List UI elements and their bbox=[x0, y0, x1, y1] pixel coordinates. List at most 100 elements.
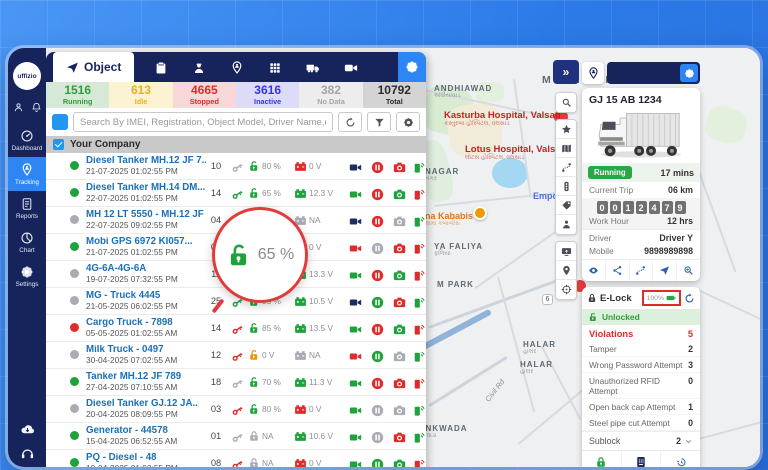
tab-checklist-icon[interactable] bbox=[154, 59, 168, 75]
video-camera-icon[interactable] bbox=[349, 350, 362, 363]
user-icon[interactable] bbox=[13, 102, 24, 113]
cloud-download-icon[interactable] bbox=[20, 422, 35, 437]
vehicle-row[interactable]: Diesel Tanker MH.14 DM... 22-07-2025 01:… bbox=[46, 180, 426, 207]
stat-inactive[interactable]: 3616Inactive bbox=[236, 82, 299, 108]
send-icon bbox=[66, 61, 79, 74]
sublock-row[interactable]: Sublock 2 bbox=[582, 431, 700, 450]
grid-icon bbox=[268, 61, 282, 75]
restaurant-marker[interactable] bbox=[473, 206, 487, 220]
stat-running[interactable]: 1516Running bbox=[46, 82, 109, 108]
expand-panel-button[interactable]: » bbox=[553, 60, 579, 84]
vehicle-row[interactable]: PQ - Diesel - 48 10-04-2025 01:02:55 PM … bbox=[46, 450, 426, 467]
photo-camera-icon[interactable] bbox=[393, 404, 406, 417]
map-tool-person-icon[interactable] bbox=[556, 215, 576, 234]
map-tool-traffic-light-icon[interactable] bbox=[556, 177, 576, 196]
battery-status-cell: 10.6 V bbox=[294, 430, 344, 443]
map-tool-map-icon[interactable] bbox=[556, 139, 576, 158]
vehicle-row[interactable]: Tanker MH.12 JF 789 27-04-2025 07:10:55 … bbox=[46, 369, 426, 396]
map-tool-screen-share-icon[interactable] bbox=[556, 242, 576, 261]
tab-object[interactable]: Object bbox=[53, 52, 134, 82]
map-tool-target-icon[interactable] bbox=[556, 280, 576, 299]
video-camera-icon[interactable] bbox=[349, 215, 362, 228]
tab-driver-icon[interactable] bbox=[192, 59, 206, 75]
lock-icon bbox=[248, 457, 260, 467]
map-tool-star-icon[interactable] bbox=[556, 120, 576, 139]
settings-button[interactable] bbox=[396, 112, 420, 132]
video-camera-icon[interactable] bbox=[349, 296, 362, 309]
sidebar-item-reports[interactable]: Reports bbox=[8, 191, 46, 225]
sidebar-item-tracking[interactable]: Tracking bbox=[8, 157, 46, 191]
map-tool-tag-icon[interactable] bbox=[556, 196, 576, 215]
action-route-icon[interactable] bbox=[630, 260, 654, 281]
stat-idle[interactable]: 613Idle bbox=[109, 82, 172, 108]
elock-lock-icon-button[interactable] bbox=[582, 451, 622, 467]
headset-icon[interactable] bbox=[20, 446, 35, 461]
video-camera-icon[interactable] bbox=[349, 161, 362, 174]
vehicle-pin-button[interactable] bbox=[582, 62, 604, 84]
photo-camera-icon[interactable] bbox=[393, 323, 406, 336]
action-zoom-route-icon[interactable] bbox=[677, 260, 700, 281]
photo-camera-icon[interactable] bbox=[393, 458, 406, 467]
vehicle-row[interactable]: Diesel Tanker GJ.12 JA.. 20-04-2025 08:0… bbox=[46, 396, 426, 423]
video-camera-icon[interactable] bbox=[349, 431, 362, 444]
vehicle-battery-icon bbox=[294, 187, 307, 200]
video-camera-icon[interactable] bbox=[349, 188, 362, 201]
sidebar-item-chart[interactable]: Chart bbox=[8, 225, 46, 259]
map-tool-route-icon[interactable] bbox=[556, 158, 576, 177]
refresh-icon[interactable] bbox=[684, 293, 695, 304]
action-eye-icon[interactable] bbox=[582, 260, 606, 281]
map-label: HALARહાલર bbox=[520, 360, 553, 376]
elock-keypad-icon-button[interactable] bbox=[622, 451, 662, 467]
map-area[interactable]: 6 MOTA TAIWADANDHIAWADઅંધીયાવાડKasturba … bbox=[46, 48, 760, 467]
action-share-icon[interactable] bbox=[606, 260, 630, 281]
tab-grid-icon[interactable] bbox=[268, 59, 282, 75]
video-camera-icon[interactable] bbox=[349, 404, 362, 417]
stat-total[interactable]: 10792Total bbox=[363, 82, 426, 108]
sidebar-item-dashboard[interactable]: Dashboard bbox=[8, 123, 46, 157]
video-camera-icon[interactable] bbox=[349, 269, 362, 282]
pie-chart-icon bbox=[20, 231, 34, 245]
stat-value: 3616 bbox=[254, 84, 281, 97]
photo-camera-icon[interactable] bbox=[393, 350, 406, 363]
tab-video-camera-icon[interactable] bbox=[344, 59, 358, 75]
status-dot bbox=[70, 215, 79, 224]
funnel-icon bbox=[374, 117, 385, 128]
panel-settings-button[interactable] bbox=[398, 52, 426, 82]
stat-label: Total bbox=[386, 97, 403, 106]
map-tool-location-pin-icon[interactable] bbox=[556, 261, 576, 280]
elock-history-icon-button[interactable] bbox=[661, 451, 700, 467]
vehicle-row[interactable]: Milk Truck - 0497 30-04-2025 07:02:55 AM… bbox=[46, 342, 426, 369]
pause-circle-icon bbox=[371, 188, 384, 201]
search-input[interactable] bbox=[73, 112, 333, 132]
stat-no-data[interactable]: 382No Data bbox=[299, 82, 362, 108]
vehicle-row[interactable]: Cargo Truck - 7898 05-05-2025 01:02:55 A… bbox=[46, 315, 426, 342]
photo-camera-icon[interactable] bbox=[393, 296, 406, 309]
stat-stopped[interactable]: 4665Stopped bbox=[173, 82, 236, 108]
video-camera-icon[interactable] bbox=[349, 458, 362, 467]
photo-camera-icon[interactable] bbox=[393, 188, 406, 201]
company-checkbox[interactable] bbox=[53, 139, 64, 150]
action-navigate-icon[interactable] bbox=[653, 260, 677, 281]
video-camera-icon[interactable] bbox=[349, 377, 362, 390]
vehicle-row[interactable]: Diesel Tanker MH.12 JF 7... 21-07-2025 0… bbox=[46, 153, 426, 180]
photo-camera-icon[interactable] bbox=[393, 269, 406, 282]
tab-installer-icon[interactable] bbox=[230, 59, 244, 75]
photo-camera-icon[interactable] bbox=[393, 242, 406, 255]
photo-camera-icon[interactable] bbox=[393, 431, 406, 444]
bell-icon[interactable] bbox=[31, 102, 42, 113]
sidebar-item-settings[interactable]: Settings bbox=[8, 259, 46, 293]
photo-camera-icon[interactable] bbox=[393, 215, 406, 228]
filter-button[interactable] bbox=[367, 112, 391, 132]
company-row[interactable]: Your Company bbox=[46, 136, 426, 153]
gear-icon bbox=[403, 117, 414, 128]
select-all-checkbox[interactable] bbox=[52, 114, 68, 130]
tab-trailer-icon[interactable] bbox=[306, 59, 320, 75]
photo-camera-icon[interactable] bbox=[393, 377, 406, 390]
map-tool-search-icon[interactable] bbox=[556, 93, 576, 112]
video-camera-icon[interactable] bbox=[349, 323, 362, 336]
refresh-button[interactable] bbox=[338, 112, 362, 132]
photo-camera-icon[interactable] bbox=[393, 161, 406, 174]
vehicle-row[interactable]: Generator - 44578 15-04-2025 06:52:55 AM… bbox=[46, 423, 426, 450]
vehicle-settings-button[interactable] bbox=[680, 64, 698, 82]
video-camera-icon[interactable] bbox=[349, 242, 362, 255]
